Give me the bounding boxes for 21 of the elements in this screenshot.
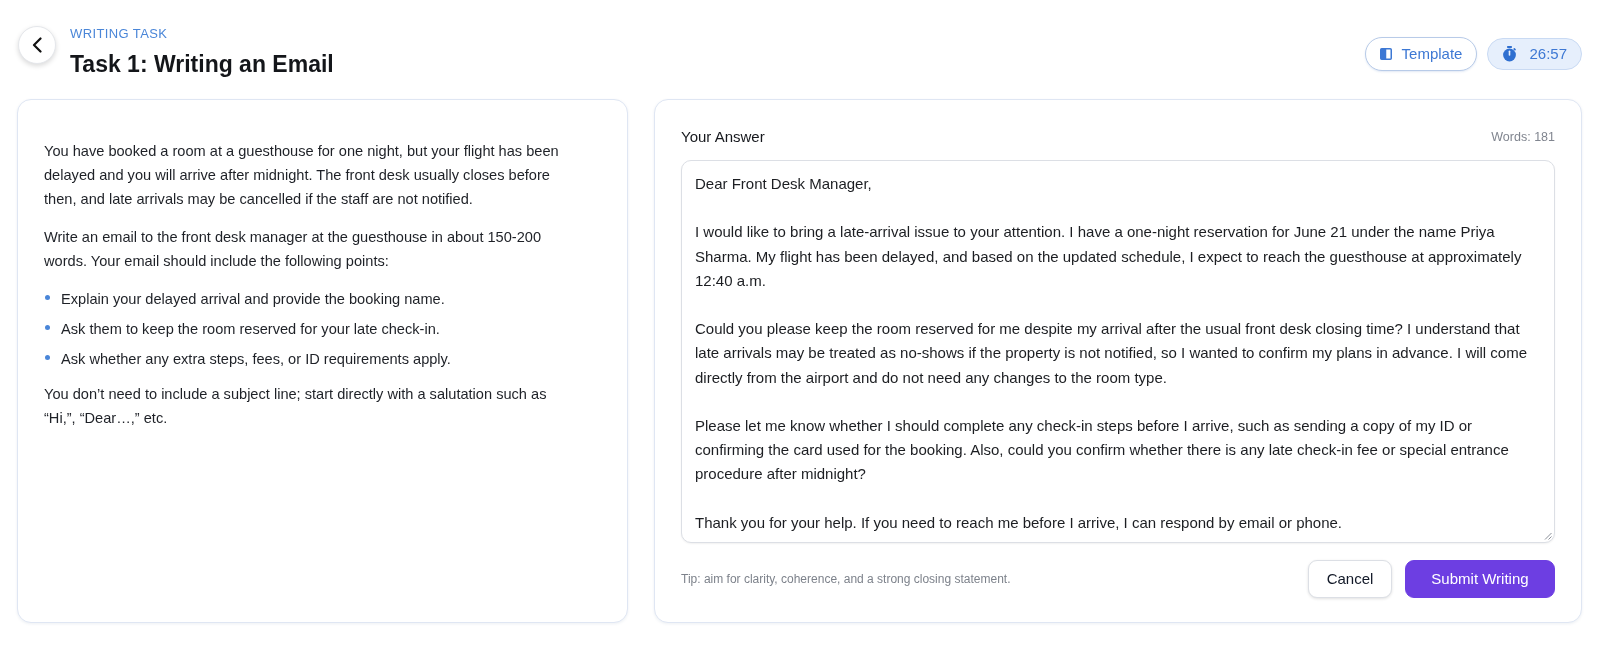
stopwatch-icon — [1502, 46, 1518, 62]
template-button[interactable]: Template — [1364, 37, 1478, 71]
prompt-note: You don’t need to include a subject line; start directly with a salutation such as “Hi,”, “Dear…,” etc. — [44, 385, 548, 428]
tip-text: Tip: aim for clarity, coherence, and a strong closing statement. — [681, 571, 1011, 588]
page-title: Task 1: Writing an Email — [70, 50, 334, 79]
chevron-left-icon — [32, 37, 42, 53]
timer-badge: 26:57 — [1487, 38, 1582, 70]
cancel-button[interactable]: Cancel — [1308, 560, 1392, 598]
answer-field[interactable]: Dear Front Desk Manager, I would like to bring a late-arrival issue to your attention. I have a one-night reservation for June 21 under the name Priya Sharma. My flight has been delayed, and based on the updated schedule, I expect to reach the guesthouse at approximately 12:40 a.m. Could you please keep the room reserved for me despite my arrival after the usual front desk closing time? I understand that late arrivals may be treated as no-shows if the property is not notified, so I wanted to confirm my plans in advance. I will come directly from the airport and do not need any changes to the room type. Please let me know whether I should complete any check-in steps before I arrive, such as sending a copy of my ID or confirming the card used for the booking. Also, could you confirm whether there is any late check-in fee or special entrance procedure after midnight? Thank you for your help. If you need to reach me before I arrive, I can respond by email or phone. — [681, 160, 1555, 543]
bullet-point-text: Ask whether any extra steps, fees, or ID requirements apply. — [61, 350, 451, 369]
answer-label: Your Answer — [681, 126, 765, 147]
panel-icon — [1379, 48, 1392, 60]
word-count: Words: 181 — [1491, 128, 1555, 146]
resize-handle-icon[interactable] — [1544, 532, 1552, 540]
bullet-point-text: Explain your delayed arrival and provide the booking name. — [61, 290, 445, 309]
bullet-point-text: Ask them to keep the room reserved for your late check-in. — [61, 320, 440, 339]
prompt-paragraph: Write an email to the front desk manager at the guesthouse in about 150-200 words. Your email should include the following points: — [44, 228, 543, 271]
eyebrow-label: WRITING TASK — [70, 26, 169, 42]
back-button[interactable] — [18, 26, 56, 64]
prompt-paragraph: You have booked a room at a guesthouse for one night, but your flight has been delayed and you will arrive after midnight. The front desk usually closes before then, and late arrivals may be cancelled if the staff are not notified. — [44, 142, 560, 209]
submit-button[interactable]: Submit Writing — [1405, 560, 1555, 598]
